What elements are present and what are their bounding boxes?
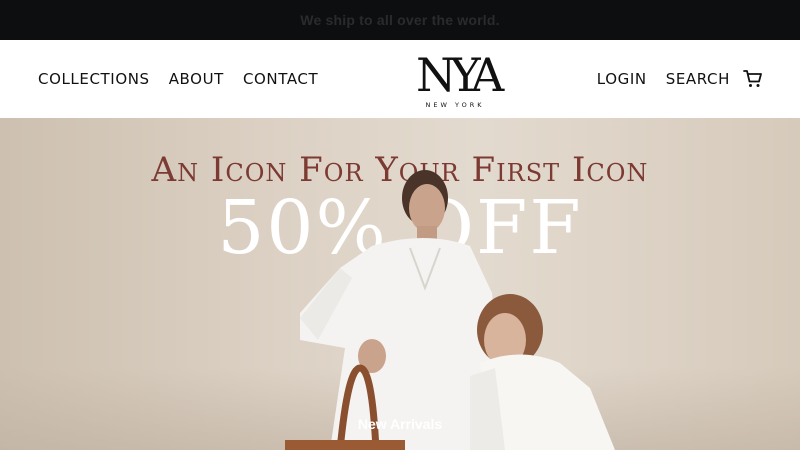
- nav-about-link[interactable]: ABOUT: [169, 70, 224, 88]
- cart-icon[interactable]: [743, 69, 763, 89]
- announcement-bar: We ship to all over the world.: [0, 0, 800, 40]
- primary-nav: COLLECTIONS ABOUT CONTACT: [38, 70, 318, 88]
- logo-subtitle: NEW YORK: [425, 101, 485, 109]
- nav-contact-link[interactable]: CONTACT: [243, 70, 318, 88]
- nav-collections-link[interactable]: COLLECTIONS: [38, 70, 150, 88]
- announcement-text: We ship to all over the world.: [300, 12, 500, 28]
- site-header: COLLECTIONS ABOUT CONTACT NYA NEW YORK L…: [0, 40, 800, 118]
- login-link[interactable]: LOGIN: [597, 70, 647, 88]
- search-link[interactable]: SEARCH: [666, 70, 730, 88]
- hero-banner[interactable]: An Icon For Your First Icon 50% OFF New …: [0, 118, 800, 450]
- new-arrivals-link[interactable]: New Arrivals: [0, 416, 800, 432]
- hero-models-image: [285, 170, 615, 450]
- account-nav: LOGIN SEARCH: [597, 70, 730, 88]
- brand-logo[interactable]: NYA NEW YORK: [416, 48, 504, 111]
- logo-monogram: NYA: [416, 48, 504, 102]
